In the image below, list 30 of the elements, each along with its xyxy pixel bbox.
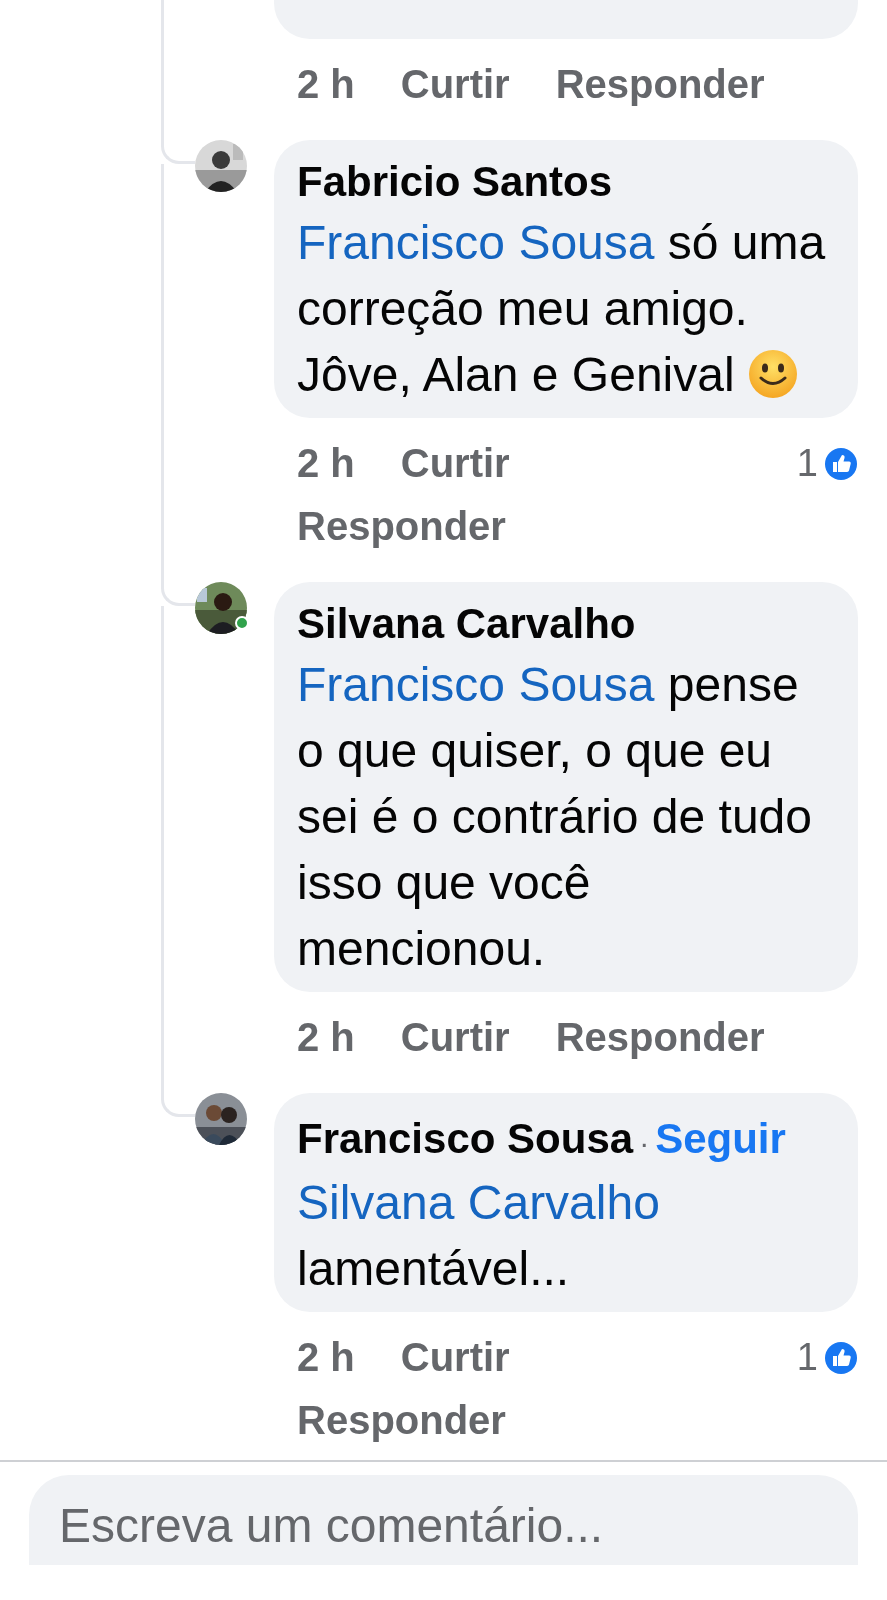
reply-link[interactable]: Responder <box>555 1006 765 1069</box>
comment-text: Francisco Sousa só uma correção meu amigo. Jôve, Alan e Genival <box>297 215 827 403</box>
author-name[interactable]: Silvana Carvalho <box>297 596 636 652</box>
separator-dot: · <box>639 1125 650 1161</box>
follow-link[interactable]: Seguir <box>655 1107 786 1170</box>
like-link[interactable]: Curtir <box>400 432 510 495</box>
like-reaction-icon <box>824 1340 858 1375</box>
comment-text: Silvana Carvalho lamentável... <box>297 1175 661 1297</box>
reply-link[interactable]: Responder <box>297 495 506 558</box>
mention-link[interactable]: Silvana Carvalho <box>297 1176 660 1229</box>
timestamp: 2 h <box>297 440 355 487</box>
timestamp: 2 h <box>297 1334 355 1381</box>
timestamp: 2 h <box>297 61 355 108</box>
comment-text: Francisco Sousa pense o que quiser, o que eu sei é o contrário de tudo isso que você mencionou. <box>297 657 813 977</box>
like-link[interactable]: Curtir <box>400 1326 510 1389</box>
reply-link[interactable]: Responder <box>555 53 765 116</box>
mention-link[interactable]: Francisco Sousa <box>297 658 655 711</box>
comment-input[interactable]: Escreva um comentário... <box>29 1475 858 1565</box>
like-link[interactable]: Curtir <box>400 53 510 116</box>
online-status-icon <box>235 616 249 630</box>
timestamp: 2 h <box>297 1014 355 1061</box>
mention-link[interactable]: Francisco Sousa <box>297 216 655 269</box>
author-name[interactable]: Francisco Sousa <box>297 1111 634 1167</box>
reply-link[interactable]: Responder <box>297 1389 506 1452</box>
author-name[interactable]: Fabricio Santos <box>297 154 613 210</box>
reaction-count: 1 <box>796 441 818 486</box>
smiley-emoji-icon <box>747 349 798 399</box>
reaction-count: 1 <box>796 1335 818 1380</box>
like-reaction-icon <box>824 446 858 481</box>
like-link[interactable]: Curtir <box>400 1006 510 1069</box>
